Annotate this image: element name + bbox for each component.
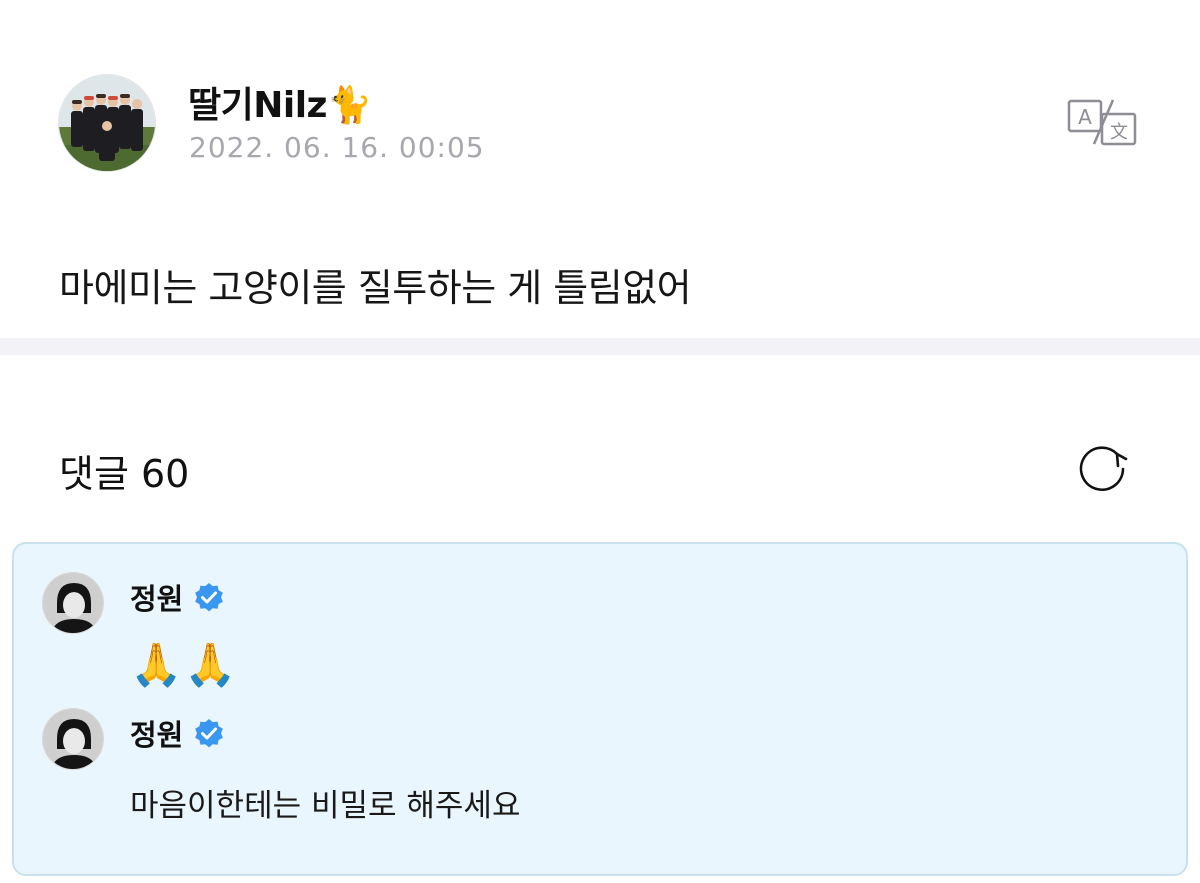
reply-avatar[interactable] — [42, 572, 104, 634]
refresh-icon[interactable] — [1073, 440, 1131, 498]
svg-text:A: A — [1078, 105, 1092, 129]
artist-replies-box: 정원 🙏🙏 정원 마음이한테는 비밀로 해주세요 — [12, 542, 1188, 876]
post-timestamp: 2022. 06. 16. 00:05 — [189, 131, 485, 164]
reply-author[interactable]: 정원 — [130, 576, 225, 618]
reply-text: 마음이한테는 비밀로 해주세요 — [130, 788, 521, 824]
reply-avatar[interactable] — [42, 708, 104, 770]
reply-author[interactable]: 정원 — [130, 712, 225, 754]
comments-count-heading: 댓글 60 — [59, 452, 190, 496]
post-body: 마에미는 고양이를 질투하는 게 틀림없어 — [59, 266, 692, 310]
verified-badge-icon — [193, 581, 225, 613]
section-divider — [0, 338, 1200, 355]
verified-badge-icon — [193, 717, 225, 749]
author-name[interactable]: 딸기Nilz🐈 — [188, 76, 372, 128]
post-header: 딸기Nilz🐈 2022. 06. 16. 00:05 A 文 — [0, 0, 1200, 210]
reply-text: 🙏🙏 — [130, 640, 239, 689]
reply-author-name: 정원 — [130, 582, 184, 616]
reply-author-name: 정원 — [130, 718, 184, 752]
svg-text:文: 文 — [1110, 122, 1128, 143]
translate-icon[interactable]: A 文 — [1066, 98, 1138, 146]
author-avatar[interactable] — [58, 74, 156, 172]
